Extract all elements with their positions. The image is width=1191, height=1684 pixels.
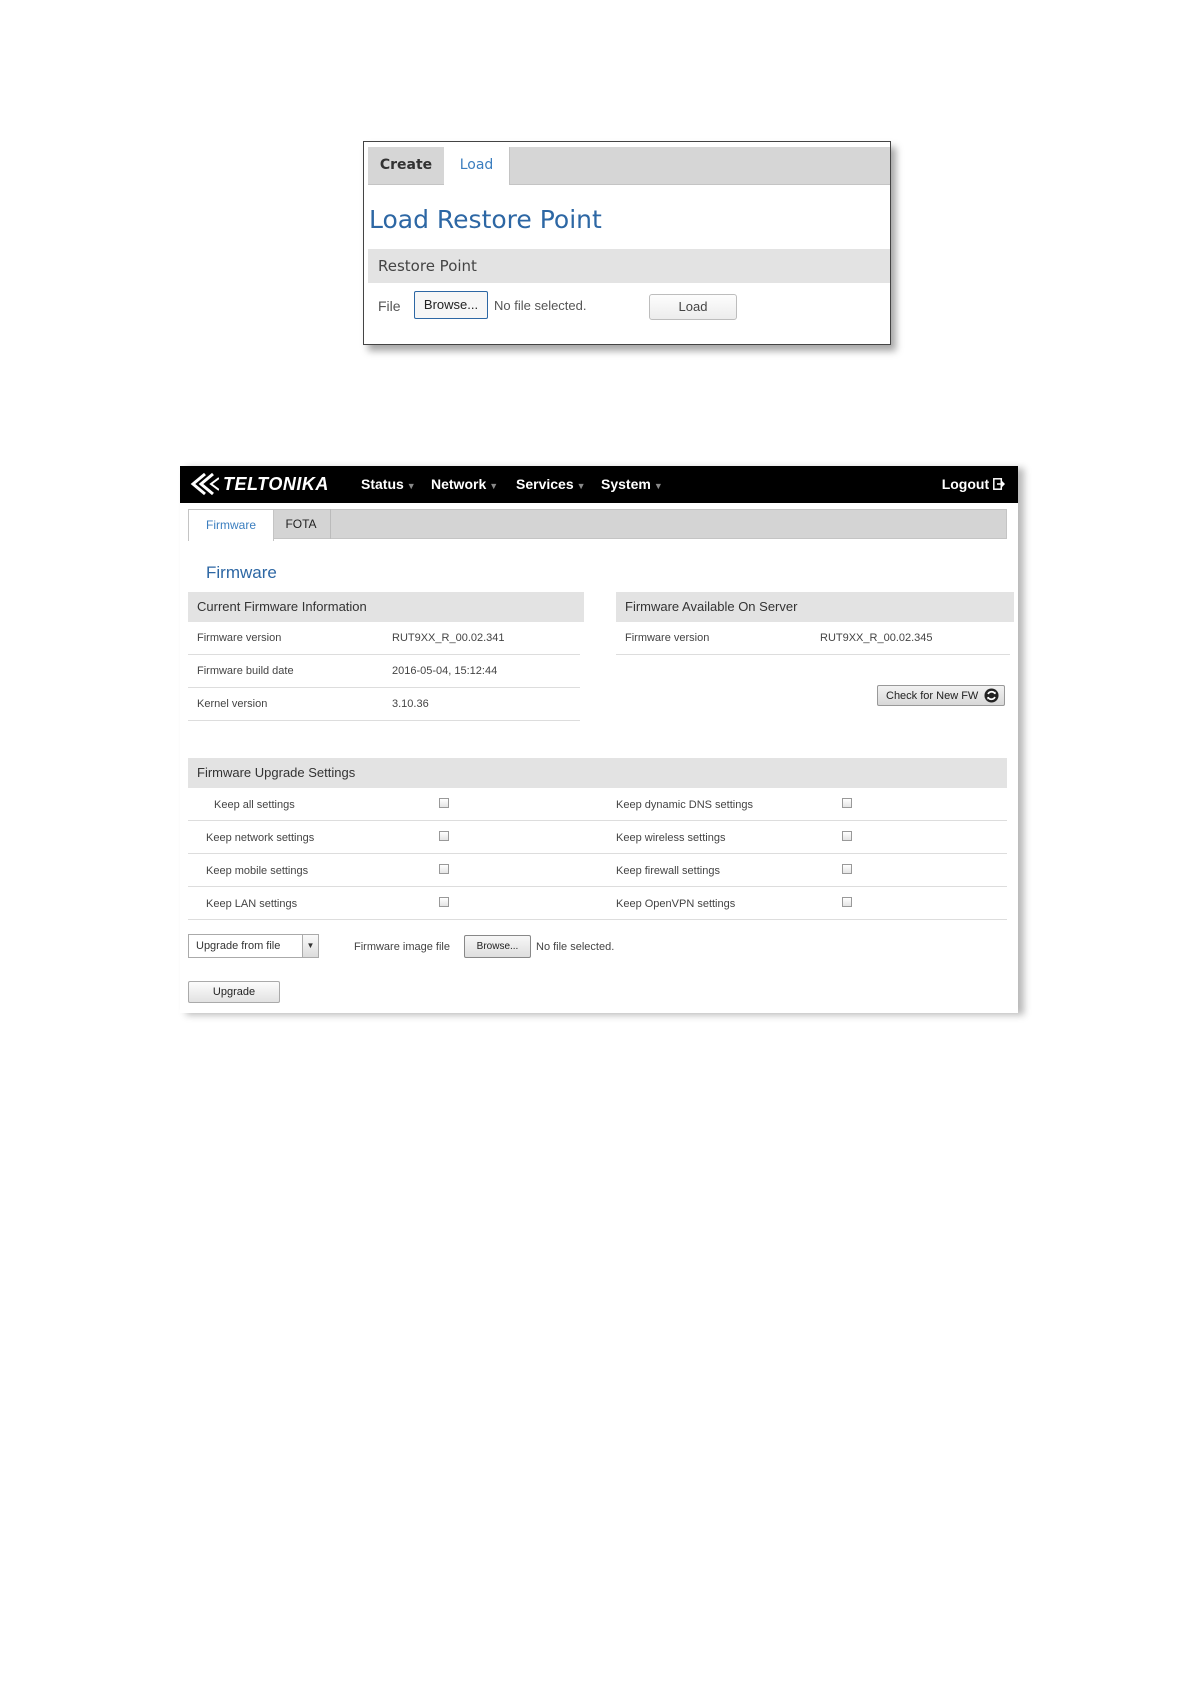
firmware-browse-button[interactable]: Browse... <box>464 935 531 958</box>
nav-network-label: Network <box>431 476 487 492</box>
chevron-down-icon: ▼ <box>653 481 663 491</box>
chevron-down-icon: ▼ <box>576 481 586 491</box>
page-title: Firmware <box>206 563 277 582</box>
check-new-fw-button[interactable]: Check for New FW <box>877 685 1005 706</box>
tab-create[interactable]: Create <box>368 147 445 184</box>
load-restore-point-panel: Create Load Load Restore Point Restore P… <box>363 141 891 345</box>
info-value: RUT9XX_R_00.02.341 <box>392 632 505 644</box>
brand-name: TELTONIKA <box>223 473 329 494</box>
page-title: Load Restore Point <box>369 205 602 234</box>
keep-network-settings-checkbox[interactable] <box>439 831 449 841</box>
setting-label: Keep LAN settings <box>206 898 298 910</box>
no-file-text: No file selected. <box>494 298 587 313</box>
keep-mobile-settings-checkbox[interactable] <box>439 864 449 874</box>
setting-label: Keep dynamic DNS settings <box>616 799 753 811</box>
tab-firmware[interactable]: Firmware <box>188 509 274 541</box>
browse-button[interactable]: Browse... <box>414 291 488 319</box>
info-label: Firmware build date <box>197 665 294 677</box>
info-value: 2016-05-04, 15:12:44 <box>392 665 498 677</box>
logout-icon <box>993 478 1006 490</box>
settings-row: Keep all settings Keep dynamic DNS setti… <box>188 788 1007 821</box>
keep-firewall-settings-checkbox[interactable] <box>842 864 852 874</box>
nav-status[interactable]: Status ▼ <box>361 466 416 503</box>
chevron-down-icon: ▼ <box>489 481 499 491</box>
nav-status-label: Status <box>361 476 404 492</box>
info-row: Firmware version RUT9XX_R_00.02.341 <box>188 622 580 655</box>
load-button[interactable]: Load <box>649 294 737 320</box>
keep-lan-settings-checkbox[interactable] <box>439 897 449 907</box>
settings-row: Keep LAN settings Keep OpenVPN settings <box>188 887 1007 920</box>
server-firmware-header: Firmware Available On Server <box>616 592 1014 622</box>
tab-load[interactable]: Load <box>444 147 510 185</box>
setting-label: Keep mobile settings <box>206 865 309 877</box>
file-label: File <box>378 298 401 314</box>
setting-label: Keep all settings <box>214 799 295 811</box>
info-label: Firmware version <box>625 632 710 644</box>
settings-row: Keep network settings Keep wireless sett… <box>188 821 1007 854</box>
nav-services-label: Services <box>516 476 574 492</box>
upgrade-method-select[interactable]: Upgrade from file ▼ <box>188 934 319 958</box>
setting-label: Keep wireless settings <box>616 832 726 844</box>
setting-label: Keep OpenVPN settings <box>616 898 736 910</box>
info-value: RUT9XX_R_00.02.345 <box>820 632 933 644</box>
upgrade-settings-header: Firmware Upgrade Settings <box>188 758 1007 788</box>
logout-label: Logout <box>941 476 990 492</box>
section-header-restore-point: Restore Point <box>368 249 890 283</box>
top-navigation-bar: TELTONIKA Status ▼ Network ▼ Services ▼ Sys… <box>180 466 1018 503</box>
setting-label: Keep firewall settings <box>616 865 720 877</box>
keep-openvpn-settings-checkbox[interactable] <box>842 897 852 907</box>
nav-network[interactable]: Network ▼ <box>431 466 498 503</box>
firmware-tab-bar: Firmware FOTA <box>188 509 1007 541</box>
check-new-fw-label: Check for New FW <box>886 690 979 702</box>
keep-wireless-settings-checkbox[interactable] <box>842 831 852 841</box>
info-row: Firmware build date 2016-05-04, 15:12:44 <box>188 655 580 688</box>
info-row: Firmware version RUT9XX_R_00.02.345 <box>616 622 1010 655</box>
firmware-image-label: Firmware image file <box>354 941 450 953</box>
keep-ddns-settings-checkbox[interactable] <box>842 798 852 808</box>
logout-link[interactable]: Logout <box>941 466 1006 503</box>
info-label: Kernel version <box>197 698 268 710</box>
nav-system[interactable]: System ▼ <box>601 466 663 503</box>
info-row: Kernel version 3.10.36 <box>188 688 580 721</box>
tab-fota[interactable]: FOTA <box>272 509 331 539</box>
firmware-page: TELTONIKA Status ▼ Network ▼ Services ▼ Sys… <box>180 466 1018 1013</box>
nav-services[interactable]: Services ▼ <box>516 466 586 503</box>
nav-system-label: System <box>601 476 651 492</box>
refresh-icon <box>984 688 999 703</box>
dropdown-arrow-icon: ▼ <box>302 935 318 957</box>
setting-label: Keep network settings <box>206 832 315 844</box>
current-firmware-header: Current Firmware Information <box>188 592 584 622</box>
restore-tab-bar: Create Load <box>368 147 890 185</box>
brand-logo[interactable]: TELTONIKA <box>189 471 329 497</box>
info-label: Firmware version <box>197 632 282 644</box>
keep-all-settings-checkbox[interactable] <box>439 798 449 808</box>
chevron-down-icon: ▼ <box>406 481 416 491</box>
upgrade-button[interactable]: Upgrade <box>188 981 280 1003</box>
teltonika-mark-icon <box>190 472 219 496</box>
info-value: 3.10.36 <box>392 698 429 710</box>
no-file-text: No file selected. <box>536 941 615 953</box>
upgrade-method-value: Upgrade from file <box>196 940 281 952</box>
settings-row: Keep mobile settings Keep firewall setti… <box>188 854 1007 887</box>
